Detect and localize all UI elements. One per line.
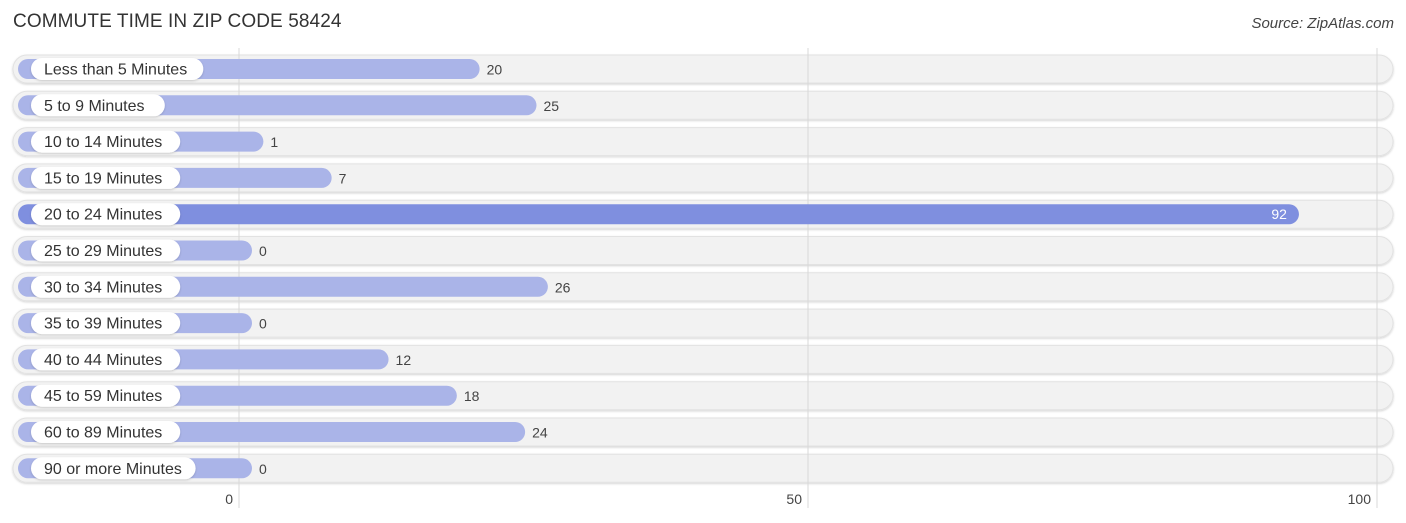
category-label: 10 to 14 Minutes xyxy=(44,134,162,151)
category-label: Less than 5 Minutes xyxy=(44,62,187,79)
value-label: 0 xyxy=(259,243,267,259)
category-label: 40 to 44 Minutes xyxy=(44,352,162,369)
category-label: 5 to 9 Minutes xyxy=(44,98,145,115)
bar-chart: Less than 5 Minutes 20 5 to 9 Minutes 25 10 … xyxy=(12,48,1394,508)
category-label: 20 to 24 Minutes xyxy=(44,207,162,224)
value-label: 7 xyxy=(339,170,347,186)
value-label: 26 xyxy=(555,279,571,295)
value-label: 0 xyxy=(259,316,267,332)
value-label: 92 xyxy=(1271,206,1287,222)
x-tick-label: 100 xyxy=(1348,491,1372,507)
bar xyxy=(18,204,1299,225)
category-label: 90 or more Minutes xyxy=(44,461,182,478)
value-label: 20 xyxy=(487,62,503,78)
x-tick-label: 50 xyxy=(786,491,802,507)
value-label: 0 xyxy=(259,461,267,477)
category-label: 30 to 34 Minutes xyxy=(44,279,162,296)
category-label: 60 to 89 Minutes xyxy=(44,425,162,442)
category-label: 35 to 39 Minutes xyxy=(44,316,162,333)
category-label: 45 to 59 Minutes xyxy=(44,388,162,405)
value-label: 1 xyxy=(270,134,278,150)
value-label: 12 xyxy=(396,352,412,368)
category-label: 15 to 19 Minutes xyxy=(44,170,162,187)
category-label: 25 to 29 Minutes xyxy=(44,243,162,260)
value-label: 24 xyxy=(532,425,548,441)
x-tick-label: 0 xyxy=(225,491,233,507)
value-label: 18 xyxy=(464,388,480,404)
value-label: 25 xyxy=(544,98,560,114)
